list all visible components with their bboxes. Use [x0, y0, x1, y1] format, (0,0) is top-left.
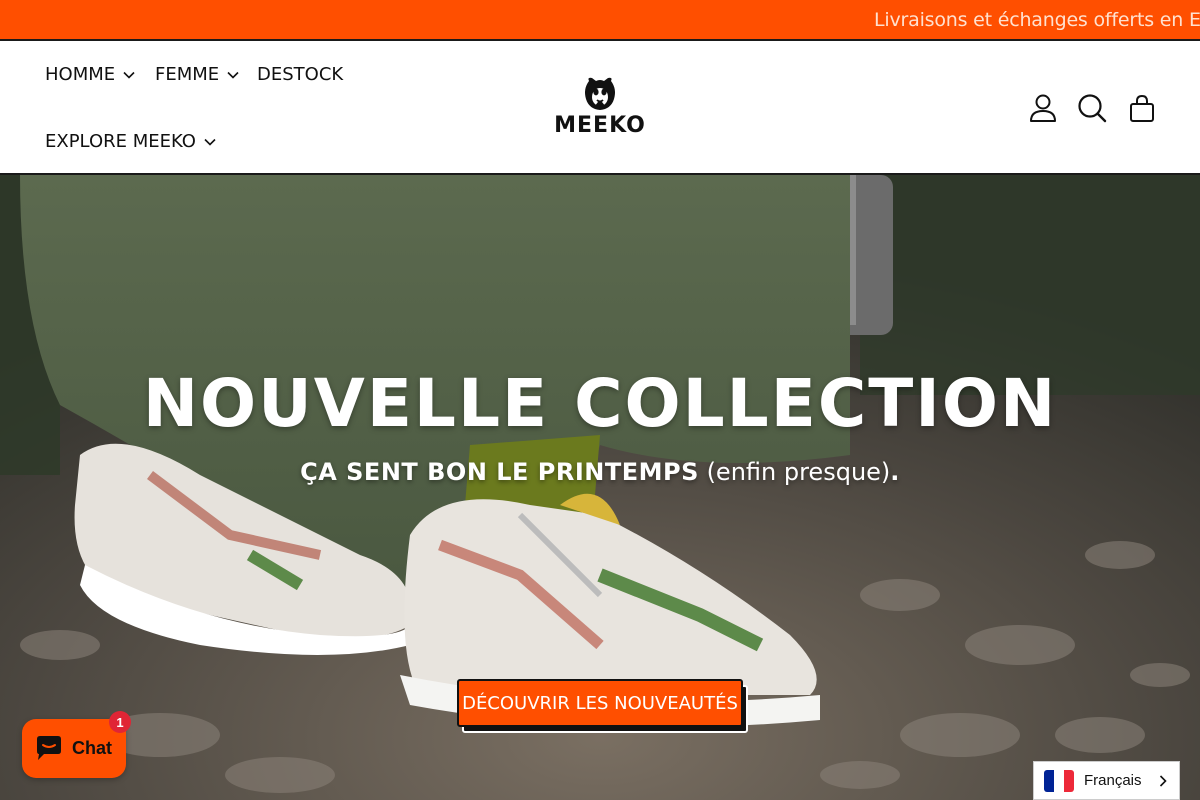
cta-wrapper: DÉCOUVRIR LES NOUVEAUTÉS: [457, 679, 749, 733]
chevron-down-icon: [227, 71, 239, 79]
chevron-right-icon: [1159, 775, 1167, 787]
site-logo[interactable]: MEEKO: [550, 77, 650, 141]
nav-item-label: EXPLORE MEEKO: [45, 131, 196, 152]
nav-item-femme[interactable]: FEMME: [155, 64, 239, 85]
cart-icon[interactable]: [1127, 93, 1157, 123]
hero-subtitle-bold: ÇA SENT BON LE PRINTEMPS: [300, 458, 699, 486]
announcement-bar: Livraisons et échanges offerts en Eur: [0, 0, 1200, 41]
panda-logo-icon: [585, 77, 615, 110]
site-header: HOMME FEMME DESTOCK EXPLORE MEEKO MEEKO: [0, 41, 1200, 175]
nav-item-label: DESTOCK: [257, 64, 344, 85]
language-selector[interactable]: Français: [1033, 761, 1180, 800]
chat-label: Chat: [72, 738, 112, 758]
chevron-down-icon: [204, 138, 216, 146]
language-label: Français: [1084, 772, 1142, 789]
flag-stripe-blue: [1044, 769, 1054, 792]
chat-notification-badge: 1: [109, 711, 131, 733]
nav-item-homme[interactable]: HOMME: [45, 64, 135, 85]
hero-subtitle-end: .: [890, 458, 900, 486]
flag-stripe-red: [1064, 769, 1074, 792]
logo-text: MEEKO: [554, 113, 646, 138]
search-icon[interactable]: [1077, 93, 1107, 123]
nav-item-label: HOMME: [45, 64, 116, 85]
discover-new-arrivals-button[interactable]: DÉCOUVRIR LES NOUVEAUTÉS: [457, 679, 743, 727]
chevron-down-icon: [123, 71, 135, 79]
chat-bubble-icon: [37, 735, 61, 760]
french-flag-icon: [1044, 769, 1074, 792]
nav-item-destock[interactable]: DESTOCK: [257, 64, 343, 85]
hero-subtitle: ÇA SENT BON LE PRINTEMPS (enfin presque)…: [0, 458, 1200, 486]
flag-stripe-white: [1054, 769, 1064, 792]
account-icon[interactable]: [1028, 93, 1058, 123]
hero-banner: NOUVELLE COLLECTION ÇA SENT BON LE PRINT…: [0, 175, 1200, 800]
nav-item-label: FEMME: [155, 64, 220, 85]
announcement-text: Livraisons et échanges offerts en Eur: [874, 9, 1200, 31]
hero-subtitle-light: (enfin presque): [706, 458, 891, 486]
nav-item-explore-meeko[interactable]: EXPLORE MEEKO: [45, 131, 216, 152]
hero-title: NOUVELLE COLLECTION: [142, 365, 1058, 442]
